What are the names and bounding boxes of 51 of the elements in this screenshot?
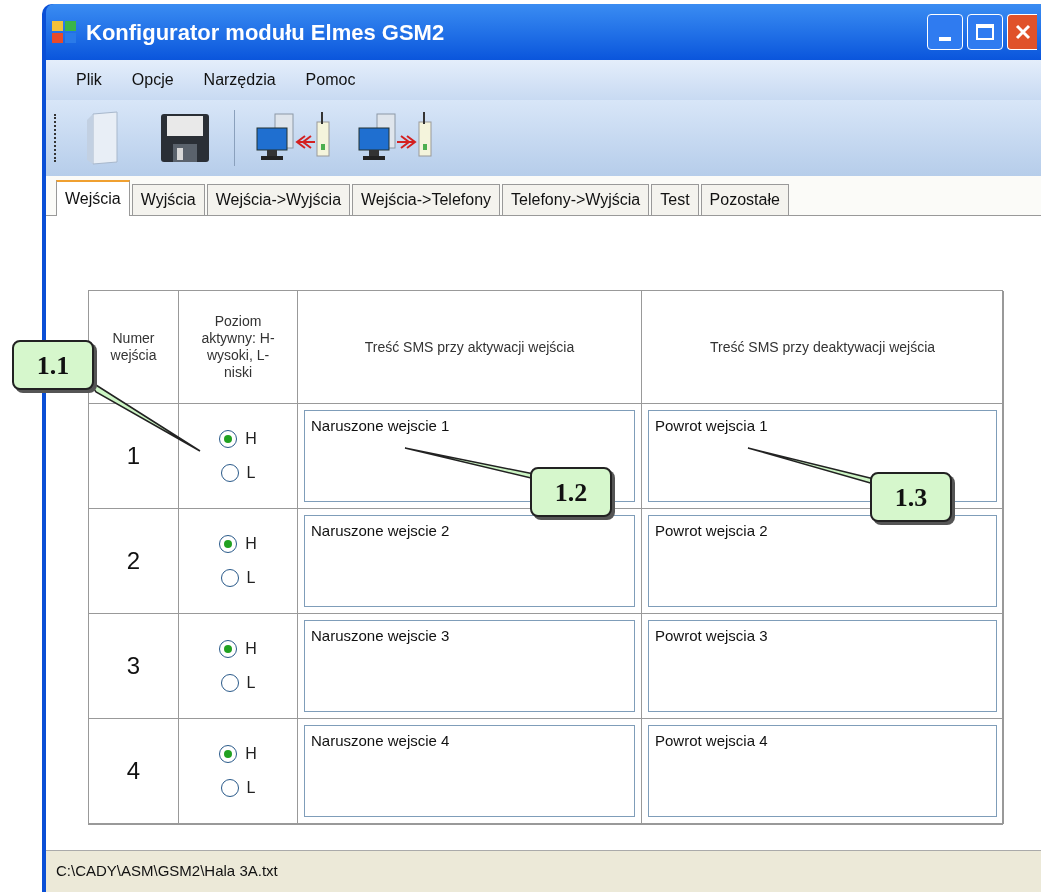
- tab[interactable]: Telefony->Wyjścia: [502, 184, 650, 215]
- app-icon: [52, 21, 76, 43]
- radio-button[interactable]: [220, 674, 239, 692]
- sms-field[interactable]: Naruszone wejscie 4: [304, 725, 635, 817]
- radio-button[interactable]: [219, 430, 238, 448]
- radio-button[interactable]: [220, 569, 239, 587]
- radio-label: L: [246, 778, 256, 798]
- menu-item[interactable]: Opcje: [131, 68, 174, 92]
- input-number: 3: [126, 651, 141, 681]
- column-header: Poziom aktywny: H-wysoki, L-niski: [200, 313, 276, 381]
- sms-field[interactable]: Powrot wejscia 4: [648, 725, 997, 817]
- close-icon: [1014, 24, 1031, 40]
- callout-label: 1.1: [12, 340, 94, 390]
- input-number: 4: [126, 756, 141, 786]
- file-path: C:\CADY\ASM\GSM2\Hala 3A.txt: [56, 861, 278, 882]
- sms-field[interactable]: Naruszone wejscie 2: [304, 515, 635, 607]
- callout-label: 1.2: [530, 467, 612, 517]
- radio-button[interactable]: [219, 640, 238, 658]
- maximize-button[interactable]: [967, 14, 1003, 50]
- radio-button[interactable]: [219, 535, 238, 553]
- tab[interactable]: Wejścia: [56, 180, 130, 216]
- radio-button[interactable]: [219, 745, 238, 763]
- menu-item[interactable]: Plik: [76, 68, 102, 92]
- tab[interactable]: Wyjścia: [131, 184, 205, 215]
- radio-label: H: [245, 429, 257, 449]
- menu-item[interactable]: Pomoc: [305, 68, 356, 92]
- radio-label: H: [245, 744, 257, 764]
- window-title: Konfigurator modułu Elmes GSM2: [86, 18, 445, 47]
- radio-label: H: [245, 639, 257, 659]
- sms-field[interactable]: Naruszone wejscie 3: [304, 620, 635, 712]
- tab[interactable]: Wejścia->Telefony: [352, 184, 501, 215]
- close-button[interactable]: [1007, 14, 1037, 50]
- radio-label: L: [246, 463, 256, 483]
- input-number: 1: [126, 441, 141, 471]
- sms-field[interactable]: Powrot wejscia 2: [648, 515, 997, 607]
- sms-field[interactable]: Powrot wejscia 3: [648, 620, 997, 712]
- tab[interactable]: Pozostałe: [700, 184, 789, 215]
- column-header: Treść SMS przy aktywacji wejścia: [364, 338, 575, 356]
- radio-label: L: [246, 673, 256, 693]
- radio-label: L: [246, 568, 256, 588]
- column-header: Numer wejścia: [109, 330, 158, 364]
- tab[interactable]: Wejścia->Wyjścia: [206, 184, 351, 215]
- tab[interactable]: Test: [651, 184, 699, 215]
- radio-label: H: [245, 534, 257, 554]
- menu-item[interactable]: Narzędzia: [203, 68, 276, 92]
- callout-label: 1.3: [870, 472, 952, 522]
- column-header: Treść SMS przy deaktywacji wejścia: [709, 338, 936, 356]
- input-number: 2: [126, 546, 141, 576]
- minimize-button[interactable]: [927, 14, 963, 50]
- radio-button[interactable]: [220, 779, 239, 797]
- radio-button[interactable]: [220, 464, 239, 482]
